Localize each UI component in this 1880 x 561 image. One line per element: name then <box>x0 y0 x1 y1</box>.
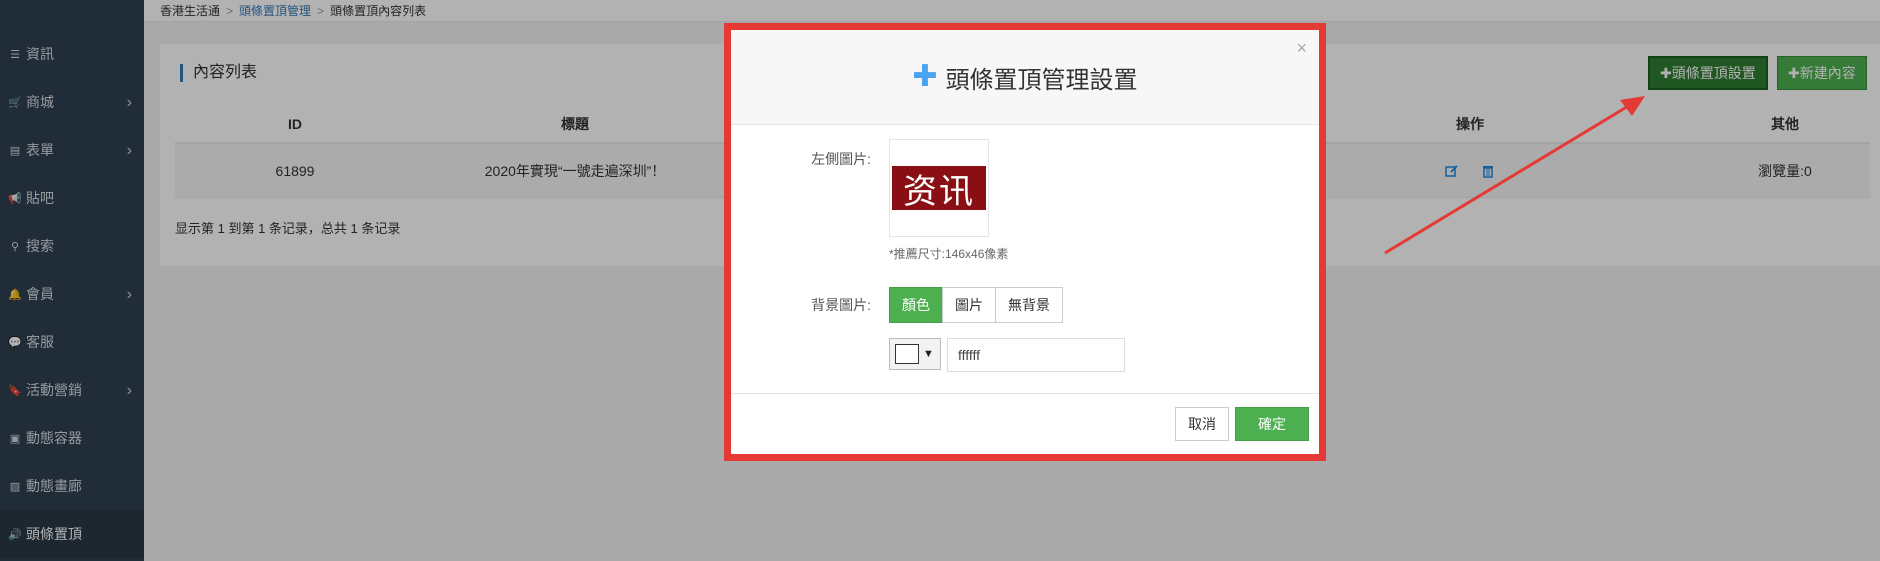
close-icon[interactable]: × <box>1296 38 1307 59</box>
modal-body: 左側圖片: 资讯 *推薦尺寸:146x46像素 背景圖片: 顏色 圖片 無背景 … <box>731 125 1319 400</box>
left-image-upload[interactable]: 资讯 <box>889 139 989 237</box>
background-type-selector: 顏色 圖片 無背景 <box>889 287 1063 323</box>
bg-option-none[interactable]: 無背景 <box>995 287 1063 323</box>
bg-option-image[interactable]: 圖片 <box>942 287 996 323</box>
settings-modal: ✚ 頭條置頂管理設置 × 左側圖片: 资讯 *推薦尺寸:146x46像素 背景圖… <box>724 23 1326 461</box>
color-picker[interactable]: ▼ <box>889 338 941 370</box>
left-image-label: 左側圖片: <box>811 151 871 167</box>
confirm-button[interactable]: 確定 <box>1235 407 1309 441</box>
color-hex-input[interactable] <box>947 338 1125 372</box>
bg-option-color[interactable]: 顏色 <box>889 287 943 323</box>
caret-down-icon: ▼ <box>923 348 934 360</box>
background-label: 背景圖片: <box>811 297 871 313</box>
modal-title: 頭條置頂管理設置 <box>945 66 1138 94</box>
plus-icon: ✚ <box>912 60 938 93</box>
modal-title-wrap: ✚ 頭條置頂管理設置 <box>912 60 1137 95</box>
size-hint: *推薦尺寸:146x46像素 <box>889 247 1009 261</box>
logo-image: 资讯 <box>892 166 986 212</box>
modal-footer: 取消 確定 <box>731 393 1319 454</box>
color-swatch <box>895 344 919 364</box>
modal-header: ✚ 頭條置頂管理設置 × <box>731 30 1319 125</box>
cancel-button[interactable]: 取消 <box>1175 407 1229 441</box>
